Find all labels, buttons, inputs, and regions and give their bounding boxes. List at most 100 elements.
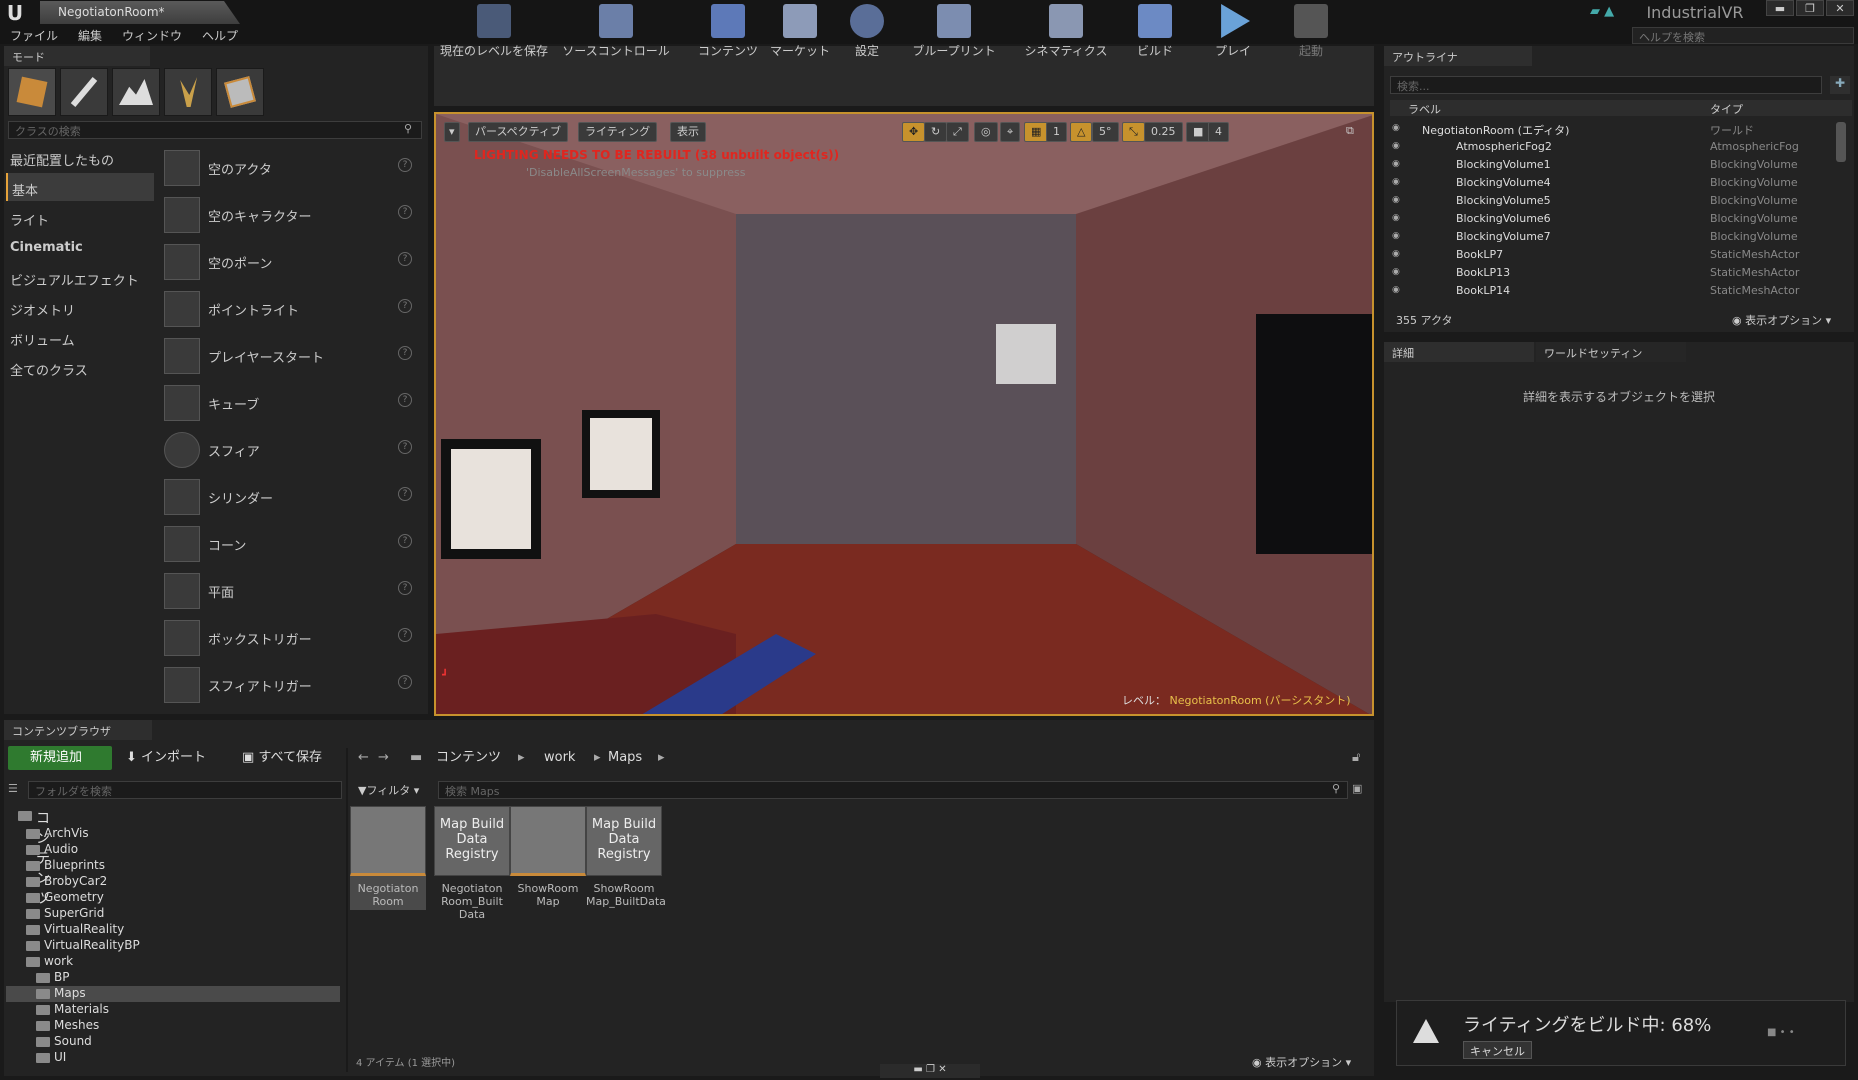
maximize-button[interactable]: ❐ (1796, 0, 1824, 16)
blueprints-button[interactable]: ブループリント (906, 0, 1002, 60)
surface-snap-icon[interactable]: ⌖ (1000, 122, 1021, 142)
category-cinematic[interactable]: Cinematic (6, 233, 154, 261)
outliner-scrollbar[interactable] (1836, 122, 1846, 162)
save-search-icon[interactable]: ▣ (1352, 782, 1362, 795)
cancel-build-button[interactable]: キャンセル (1463, 1041, 1532, 1059)
visibility-eye-icon[interactable]: ◉ (1392, 177, 1404, 187)
visibility-eye-icon[interactable]: ◉ (1392, 159, 1404, 169)
place-item-empty-pawn[interactable]: 空のポーン? (160, 240, 422, 285)
place-item-sphere-trigger[interactable]: スフィアトリガー? (160, 663, 422, 708)
help-icon[interactable]: ? (398, 675, 412, 689)
outliner-row[interactable]: ◉ BlockingVolume7 BlockingVolume (1390, 228, 1852, 246)
landscape-mode-button[interactable] (112, 68, 160, 116)
scale-snap-value[interactable]: 0.25 (1144, 122, 1183, 142)
scale-tool-icon[interactable]: ⤢ (946, 122, 969, 142)
place-item-cylinder[interactable]: シリンダー? (160, 475, 422, 520)
place-item-point-light[interactable]: ポイントライト? (160, 287, 422, 332)
place-item-sphere[interactable]: スフィア? (160, 428, 422, 473)
document-tab[interactable]: NegotiatonRoom* (40, 1, 240, 24)
path-separator-icon[interactable]: ▸ (658, 746, 665, 770)
viewport-options-button[interactable]: ▾ (444, 122, 460, 142)
asset-search-input[interactable]: 検索 Maps (438, 781, 1348, 799)
save-all-button[interactable]: ▣ すべて保存 (242, 746, 322, 770)
camera-speed-value[interactable]: 4 (1208, 122, 1229, 142)
asset-tile[interactable]: ShowRoom Map (510, 806, 586, 910)
outliner-view-options[interactable]: ◉ 表示オプション ▾ (1732, 312, 1831, 328)
help-icon[interactable]: ? (398, 346, 412, 360)
category-basic[interactable]: 基本 (6, 173, 154, 201)
tab-modes[interactable]: モード (4, 46, 150, 66)
rotate-tool-icon[interactable]: ↻ (924, 122, 948, 142)
camera-speed-icon[interactable]: ■ (1186, 122, 1211, 142)
add-new-button[interactable]: 新規追加 (8, 746, 112, 770)
level-viewport[interactable]: ▾ パースペクティブ ライティング 表示 ✥ ↻ ⤢ ◎ ⌖ ▦ 1 △ 5° … (434, 112, 1374, 716)
menu-edit[interactable]: 編集 (78, 27, 102, 44)
outliner-row[interactable]: ◉ BookLP14 StaticMeshActor (1390, 282, 1852, 300)
play-button[interactable]: プレイ (1208, 0, 1258, 60)
visibility-eye-icon[interactable]: ◉ (1392, 231, 1404, 241)
menu-file[interactable]: ファイル (10, 27, 58, 44)
category-visual-effects[interactable]: ビジュアルエフェクト (6, 263, 154, 291)
outliner-add-icon[interactable]: ✚ (1830, 76, 1850, 94)
notification-icon[interactable]: ▰ ▲ (1590, 4, 1630, 22)
settings-button[interactable]: 設定 (842, 0, 892, 60)
history-back-icon[interactable]: ← (358, 746, 369, 770)
asset-tile[interactable]: Map Build Data Registry ShowRoom Map_Buil… (586, 806, 666, 910)
help-icon[interactable]: ? (398, 534, 412, 548)
sources-toggle-icon[interactable]: ☰ (8, 782, 18, 795)
help-icon[interactable]: ? (398, 393, 412, 407)
path-separator-icon[interactable]: ▸ (594, 746, 601, 770)
category-recent[interactable]: 最近配置したもの (6, 143, 154, 171)
place-item-cube[interactable]: キューブ? (160, 381, 422, 426)
minimize-button[interactable]: ▬ (1766, 0, 1794, 16)
outliner-row[interactable]: ◉ BlockingVolume6 BlockingVolume (1390, 210, 1852, 228)
tab-outliner[interactable]: アウトライナ (1384, 46, 1532, 66)
help-icon[interactable]: ? (398, 252, 412, 266)
place-mode-button[interactable] (8, 68, 56, 116)
unreal-logo-icon[interactable]: U (2, 1, 28, 25)
splitter[interactable] (346, 748, 348, 1072)
place-item-cone[interactable]: コーン? (160, 522, 422, 567)
visibility-eye-icon[interactable]: ◉ (1392, 123, 1404, 133)
folder-search-input[interactable]: フォルダを検索 (28, 781, 342, 799)
outliner-search-input[interactable]: 検索... (1390, 76, 1822, 94)
visibility-eye-icon[interactable]: ◉ (1392, 267, 1404, 277)
menu-help[interactable]: ヘルプ (202, 27, 238, 44)
help-icon[interactable]: ? (398, 487, 412, 501)
content-view-options[interactable]: ◉ 表示オプション ▾ (1252, 1054, 1351, 1070)
asset-tile[interactable]: Map Build Data Registry Negotiaton Room_B… (434, 806, 510, 921)
build-button[interactable]: ビルド (1130, 0, 1180, 60)
help-search-input[interactable]: ヘルプを検索 (1632, 27, 1854, 44)
category-volumes[interactable]: ボリューム (6, 323, 154, 351)
category-lights[interactable]: ライト (6, 203, 154, 231)
rotation-snap-icon[interactable]: △ (1070, 122, 1093, 142)
paint-mode-button[interactable] (60, 68, 108, 116)
grid-snap-value[interactable]: 1 (1046, 122, 1067, 142)
geometry-mode-button[interactable] (216, 68, 264, 116)
source-control-button[interactable]: ソースコントロール (556, 0, 676, 60)
show-button[interactable]: 表示 (670, 122, 706, 142)
help-icon[interactable]: ? (398, 158, 412, 172)
menu-window[interactable]: ウィンドウ (122, 27, 182, 44)
translate-tool-icon[interactable]: ✥ (902, 122, 926, 142)
grid-snap-icon[interactable]: ▦ (1024, 122, 1049, 142)
visibility-eye-icon[interactable]: ◉ (1392, 213, 1404, 223)
floating-window-controls[interactable]: ▬ ❐ ✕ (880, 1064, 980, 1078)
outliner-row[interactable]: ◉ BlockingVolume1 BlockingVolume (1390, 156, 1852, 174)
tab-details[interactable]: 詳細 (1384, 342, 1534, 362)
rotation-snap-value[interactable]: 5° (1092, 122, 1119, 142)
place-item-plane[interactable]: 平面? (160, 569, 422, 614)
path-work[interactable]: work (544, 746, 575, 770)
category-geometry[interactable]: ジオメトリ (6, 293, 154, 321)
outliner-row[interactable]: ◉ NegotiatonRoom (エディタ) ワールド (1390, 120, 1852, 138)
help-icon[interactable]: ? (398, 628, 412, 642)
lock-icon[interactable]: 🔓︎ (1352, 746, 1360, 770)
help-icon[interactable]: ? (398, 440, 412, 454)
cinematics-button[interactable]: シネマティクス (1018, 0, 1114, 60)
scale-snap-icon[interactable]: ⤡ (1122, 122, 1145, 142)
outliner-row[interactable]: ◉ BlockingVolume4 BlockingVolume (1390, 174, 1852, 192)
column-label[interactable]: ラベル (1408, 101, 1441, 117)
category-all-classes[interactable]: 全てのクラス (6, 353, 154, 381)
tree-folder-selected[interactable]: Maps (6, 986, 340, 1002)
marketplace-button[interactable]: マーケット (766, 0, 834, 60)
